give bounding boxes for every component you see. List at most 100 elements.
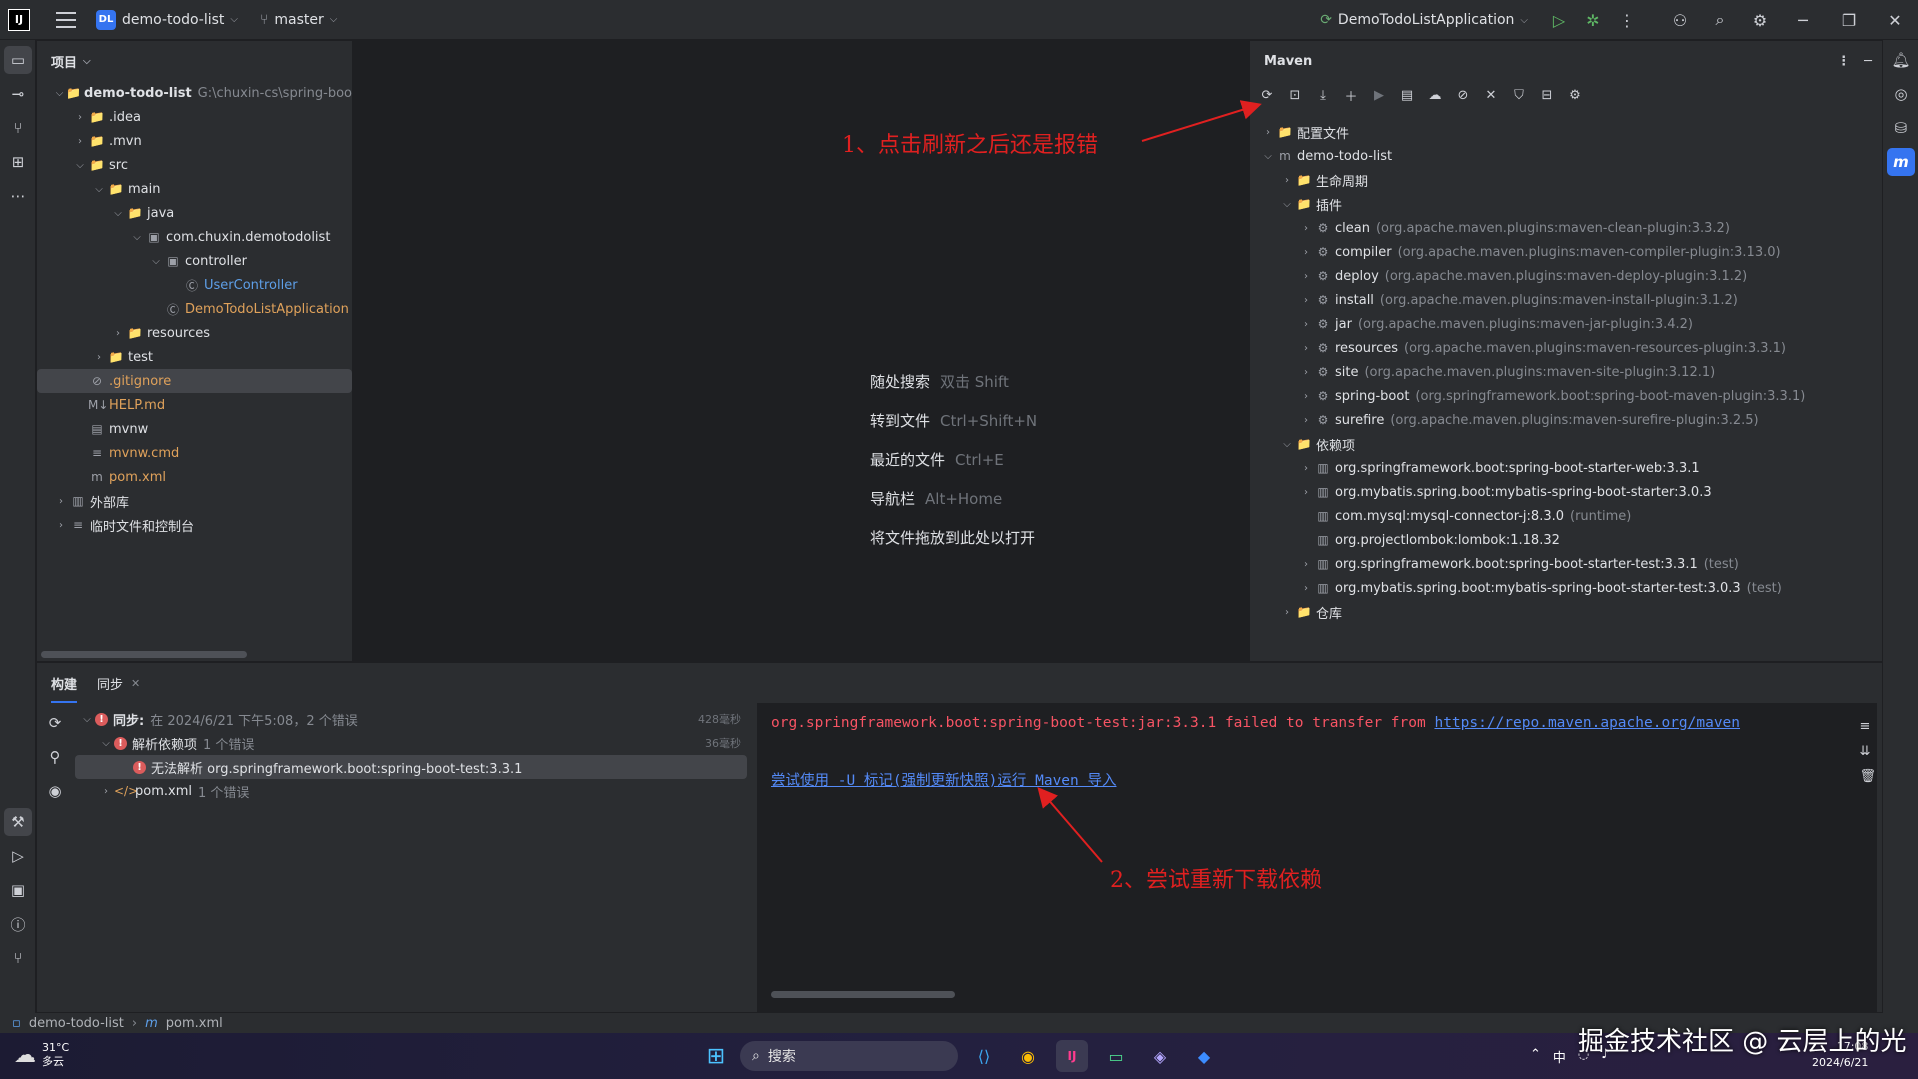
more-icon[interactable]: ⋮ [1837, 54, 1850, 69]
maven-tree-item[interactable]: › ▥ org.mybatis.spring.boot:mybatis-spring… [1260, 480, 1805, 504]
chevron-right-icon[interactable]: › [1279, 175, 1295, 186]
maven-tree-item[interactable]: › ⚙ resources (org.apache.maven.plugins:mav… [1260, 336, 1805, 360]
chrome-icon[interactable]: ◉ [1012, 1040, 1044, 1072]
chevron-down-icon[interactable]: ⌵ [1279, 439, 1295, 450]
chevron-down-icon[interactable]: ⌵ [53, 88, 66, 99]
feishu-icon[interactable]: ◆ [1188, 1040, 1220, 1072]
pull-requests-icon[interactable]: ⑂ [4, 114, 32, 142]
chevron-down-icon[interactable]: ⌵ [79, 714, 95, 725]
terminal-app-icon[interactable]: ▭ [1100, 1040, 1132, 1072]
generate-sources-icon[interactable]: ⊡ [1284, 84, 1306, 106]
chevron-right-icon[interactable]: › [110, 328, 126, 339]
run-icon[interactable]: ▷ [1542, 0, 1576, 40]
database-icon[interactable]: ⛁ [1887, 114, 1915, 142]
maven-tree-item[interactable]: › ▥ org.springframework.boot:spring-boot-s… [1260, 456, 1805, 480]
chevron-right-icon[interactable]: › [1298, 367, 1314, 378]
project-tree-item[interactable]: Ⓒ UserController [37, 273, 352, 297]
project-tree-item[interactable]: ⌵ 📁 src [37, 153, 352, 177]
close-icon[interactable]: ✕ [131, 677, 140, 690]
add-user-icon[interactable]: ⚇ [1660, 0, 1700, 40]
commit-tool-icon[interactable]: ⊸ [4, 80, 32, 108]
chevron-right-icon[interactable]: › [1279, 607, 1295, 618]
project-tree-item[interactable]: › 📁 .mvn [37, 129, 352, 153]
intellij-taskbar-icon[interactable]: IJ [1056, 1040, 1088, 1072]
chevron-right-icon[interactable]: › [1298, 271, 1314, 282]
maven-tree-item[interactable]: › 📁 生命周期 [1260, 168, 1805, 192]
project-switcher[interactable]: DL demo-todo-list ⌵ [96, 9, 238, 30]
maven-tree-item[interactable]: › 📁 配置文件 [1260, 120, 1805, 144]
maven-tree-item[interactable]: › ⚙ deploy (org.apache.maven.plugins:maven-… [1260, 264, 1805, 288]
project-tree-item[interactable]: m pom.xml [37, 465, 352, 489]
ai-assistant-icon[interactable]: ◎ [1887, 80, 1915, 108]
project-tree-item[interactable]: ≡ mvnw.cmd [37, 441, 352, 465]
eye-icon[interactable]: ◉ [41, 777, 69, 805]
maven-tree-item[interactable]: › ▥ org.springframework.boot:spring-boot-s… [1260, 552, 1805, 576]
debug-icon[interactable]: ✲ [1576, 0, 1610, 40]
run-goal-icon[interactable]: ▶ [1368, 84, 1390, 106]
collapse-icon[interactable]: ✕ [1480, 84, 1502, 106]
app-icon[interactable]: ◈ [1144, 1040, 1176, 1072]
vscode-icon[interactable]: ⟨⟩ [968, 1040, 1000, 1072]
horizontal-scrollbar[interactable] [41, 651, 247, 658]
chevron-right-icon[interactable]: › [72, 136, 88, 147]
more-icon[interactable]: ⋮ [1610, 0, 1644, 40]
project-tree-item[interactable]: › ▥ 外部库 [37, 489, 352, 513]
chevron-right-icon[interactable]: › [1298, 223, 1314, 234]
build-tree-item[interactable]: › </> pom.xml 1 个错误 [75, 779, 747, 803]
chevron-down-icon[interactable]: ⌵ [148, 256, 164, 267]
structure-icon[interactable]: ⊞ [4, 148, 32, 176]
chevron-right-icon[interactable]: › [1298, 391, 1314, 402]
chevron-right-icon[interactable]: › [1298, 247, 1314, 258]
soft-wrap-icon[interactable]: ≡ [1859, 719, 1876, 734]
chevron-right-icon[interactable]: › [1260, 127, 1276, 138]
tray-ime[interactable]: 中 [1553, 1047, 1566, 1066]
chevron-right-icon[interactable]: › [1298, 487, 1314, 498]
breadcrumb-file[interactable]: pom.xml [166, 1016, 223, 1031]
chevron-right-icon[interactable]: › [91, 352, 107, 363]
reload-icon[interactable]: ⟳ [1256, 84, 1278, 106]
maven-tree-item[interactable]: › ⚙ jar (org.apache.maven.plugins:maven-jar… [1260, 312, 1805, 336]
maven-tree-item[interactable]: › ▥ org.mybatis.spring.boot:mybatis-spring… [1260, 576, 1805, 600]
chevron-down-icon[interactable]: ⌵ [72, 160, 88, 171]
chevron-right-icon[interactable]: › [1298, 583, 1314, 594]
project-tool-icon[interactable]: ▭ [4, 46, 32, 74]
chevron-right-icon[interactable]: › [53, 520, 69, 531]
console-scrollbar[interactable] [771, 991, 955, 998]
settings-icon[interactable]: ⚙ [1740, 0, 1780, 40]
project-tree-item[interactable]: Ⓒ DemoTodoListApplication [37, 297, 352, 321]
chevron-down-icon[interactable]: ⌵ [1279, 199, 1295, 210]
chevron-down-icon[interactable]: ⌵ [91, 184, 107, 195]
clear-icon[interactable]: 🗑︎ [1859, 769, 1876, 784]
main-menu-icon[interactable] [56, 11, 76, 28]
project-tree-item[interactable]: ⌵ ▣ controller [37, 249, 352, 273]
maven-tree-item[interactable]: › ⚙ site (org.apache.maven.plugins:maven-si… [1260, 360, 1805, 384]
project-tree-item[interactable]: ⌵ 📁 demo-todo-list G:\chuxin-cs\spring-boo [37, 81, 352, 105]
pin-icon[interactable]: ⚲ [41, 743, 69, 771]
maven-tree-item[interactable]: › ⚙ surefire (org.apache.maven.plugins:mave… [1260, 408, 1805, 432]
close-icon[interactable]: ✕ [1872, 0, 1918, 40]
problems-icon[interactable]: ⓘ [4, 910, 32, 938]
add-icon[interactable]: ＋ [1340, 84, 1362, 106]
hide-panel-icon[interactable]: ─ [1864, 54, 1872, 69]
build-tree-item[interactable]: ⌵! 解析依赖项 1 个错误 36毫秒 [75, 731, 747, 755]
skip-tests-icon[interactable]: ⊘ [1452, 84, 1474, 106]
force-update-link[interactable]: 尝试使用 -U 标记(强制更新快照)运行 Maven 导入 [771, 769, 1117, 790]
minimize-icon[interactable]: ─ [1780, 0, 1826, 40]
terminal-icon[interactable]: ▣ [4, 876, 32, 904]
project-tree-item[interactable]: M↓ HELP.md [37, 393, 352, 417]
chevron-down-icon[interactable]: ⌵ [98, 738, 114, 749]
maven-tree-item[interactable]: ⌵ m demo-todo-list [1260, 144, 1805, 168]
download-icon[interactable]: ⤓ [1312, 84, 1334, 106]
build-tool-icon[interactable]: ⚒ [4, 808, 32, 836]
scroll-to-end-icon[interactable]: ⇊ [1859, 744, 1876, 759]
maven-tree-item[interactable]: › ⚙ install (org.apache.maven.plugins:maven… [1260, 288, 1805, 312]
maven-tree-item[interactable]: ⌵ 📁 插件 [1260, 192, 1805, 216]
chevron-right-icon[interactable]: › [1298, 295, 1314, 306]
maven-tree-item[interactable]: › ⚙ compiler (org.apache.maven.plugins:mave… [1260, 240, 1805, 264]
chevron-right-icon[interactable]: › [53, 496, 69, 507]
run-config-selector[interactable]: ⟳ DemoTodoListApplication ⌵ [1320, 12, 1528, 28]
chevron-right-icon[interactable]: › [1298, 319, 1314, 330]
run-tool-icon[interactable]: ▷ [4, 842, 32, 870]
chevron-down-icon[interactable]: ⌵ [110, 208, 126, 219]
chevron-right-icon[interactable]: › [72, 112, 88, 123]
